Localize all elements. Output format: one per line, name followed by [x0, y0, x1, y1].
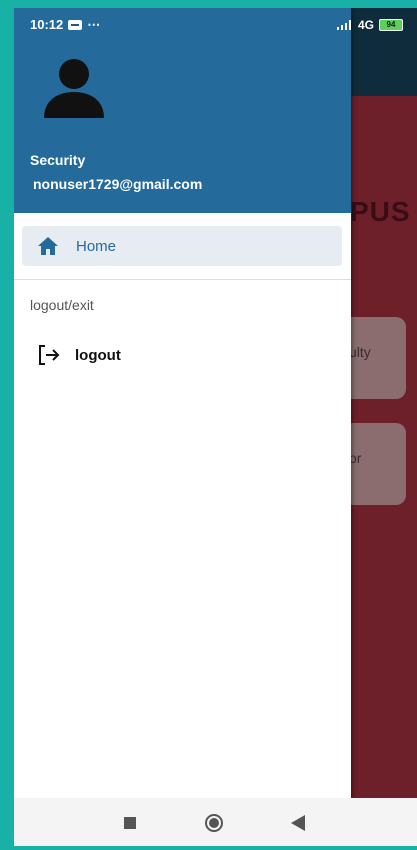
- recents-button[interactable]: [124, 817, 136, 829]
- screen: PUS culty itor 10:12 ⋯ 4G 94 Security no…: [14, 8, 417, 846]
- section-label: logout/exit: [30, 297, 94, 313]
- nav-item-home[interactable]: Home: [22, 226, 342, 266]
- divider: [14, 279, 351, 280]
- battery-icon: 94: [379, 18, 403, 31]
- logout-icon: [39, 345, 60, 365]
- system-nav-bar: [14, 798, 417, 846]
- status-time: 10:12: [30, 17, 64, 32]
- signal-icon: [336, 19, 351, 30]
- user-role: Security: [30, 152, 86, 168]
- home-button[interactable]: [205, 814, 223, 832]
- avatar-icon: [44, 59, 104, 118]
- nav-item-label: Home: [76, 237, 117, 255]
- home-icon: [38, 237, 58, 255]
- user-email: nonuser1729@gmail.com: [33, 176, 203, 192]
- more-notifications-icon: ⋯: [87, 16, 101, 32]
- phone-frame: PUS culty itor 10:12 ⋯ 4G 94 Security no…: [0, 0, 417, 850]
- network-type: 4G: [357, 17, 374, 32]
- status-bar: 10:12 ⋯ 4G 94: [14, 8, 417, 41]
- nav-item-label: logout: [75, 346, 121, 364]
- background-app-title: PUS: [350, 196, 411, 227]
- navigation-drawer: Security nonuser1729@gmail.com Home logo…: [14, 8, 351, 798]
- nav-item-logout[interactable]: logout: [22, 335, 342, 375]
- message-icon: [68, 19, 83, 30]
- back-button[interactable]: [291, 815, 305, 831]
